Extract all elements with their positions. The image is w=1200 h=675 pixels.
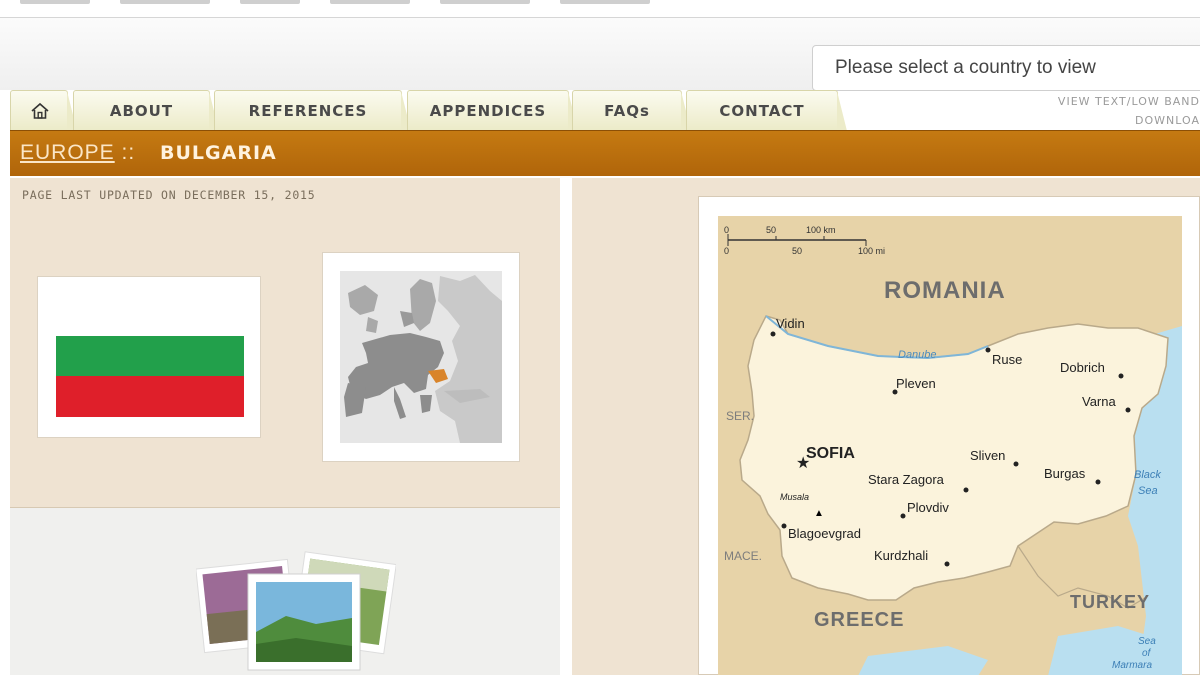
label-serbia: SER. xyxy=(726,409,754,423)
flag-card[interactable] xyxy=(37,276,261,438)
tab-references[interactable]: REFERENCES xyxy=(214,90,411,131)
map-panel: 0 50 100 km 0 50 100 mi ROMANIA SER. MAC… xyxy=(572,178,1200,675)
breadcrumb-region: EUROPE :: xyxy=(20,141,135,165)
country-select[interactable]: Please select a country to view xyxy=(812,45,1200,91)
scale-mi-50: 50 xyxy=(792,246,802,256)
city-vidin: Vidin xyxy=(776,316,805,331)
label-danube: Danube xyxy=(898,349,937,361)
last-updated-text: PAGE LAST UPDATED ON DECEMBER 15, 2015 xyxy=(22,188,316,202)
label-marmara-2: of xyxy=(1142,648,1152,659)
label-marmara-1: Sea xyxy=(1138,636,1156,647)
photo-gallery-panel xyxy=(10,508,560,675)
city-sliven: Sliven xyxy=(970,448,1005,463)
breadcrumb: EUROPE :: BULGARIA xyxy=(10,130,1200,176)
tab-contact[interactable]: CONTACT xyxy=(686,90,847,131)
tab-home[interactable] xyxy=(10,90,77,131)
city-blagoevgrad: Blagoevgrad xyxy=(788,526,861,541)
europe-locator-map xyxy=(340,271,502,443)
top-strip xyxy=(0,0,1200,18)
label-black-sea-2: Sea xyxy=(1138,485,1158,497)
city-kurdzhali: Kurdzhali xyxy=(874,548,928,563)
country-overview-panel: PAGE LAST UPDATED ON DECEMBER 15, 2015 xyxy=(10,178,560,508)
label-greece: GREECE xyxy=(814,609,904,631)
cropped-text-fragment xyxy=(120,0,210,4)
photo-gallery-thumbnail[interactable] xyxy=(196,546,396,674)
label-turkey: TURKEY xyxy=(1070,592,1150,612)
tab-faqs[interactable]: FAQs xyxy=(572,90,691,131)
scale-mi-100: 100 mi xyxy=(858,246,885,256)
cropped-text-fragment xyxy=(330,0,410,4)
city-ruse: Ruse xyxy=(992,352,1022,367)
cropped-text-fragment xyxy=(440,0,530,4)
tab-appendices[interactable]: APPENDICES xyxy=(407,90,578,131)
scale-km-0: 0 xyxy=(724,225,729,235)
tab-about[interactable]: ABOUT xyxy=(73,90,219,131)
peak-triangle-icon: ▲ xyxy=(814,508,824,519)
scale-mi-0: 0 xyxy=(724,246,729,256)
locator-map-card[interactable] xyxy=(322,252,520,462)
label-romania: ROMANIA xyxy=(884,277,1006,304)
cropped-text-fragment xyxy=(20,0,90,4)
cropped-text-fragment xyxy=(560,0,650,4)
label-musala: Musala xyxy=(780,492,809,502)
europe-link[interactable]: EUROPE xyxy=(20,141,115,164)
city-dobrich: Dobrich xyxy=(1060,360,1105,375)
bulgaria-map: 0 50 100 km 0 50 100 mi ROMANIA SER. MAC… xyxy=(718,216,1182,675)
scale-km-50: 50 xyxy=(766,225,776,235)
city-plovdiv: Plovdiv xyxy=(907,500,949,515)
city-stara-zagora: Stara Zagora xyxy=(868,472,945,487)
column-divider xyxy=(562,178,572,675)
label-black-sea-1: Black xyxy=(1134,469,1161,481)
scale-km-100: 100 km xyxy=(806,225,836,235)
view-text-line-2: DOWNLOA xyxy=(1135,114,1200,127)
cropped-text-fragment xyxy=(240,0,300,4)
city-pleven: Pleven xyxy=(896,376,936,391)
city-varna: Varna xyxy=(1082,394,1116,409)
country-map-card[interactable]: 0 50 100 km 0 50 100 mi ROMANIA SER. MAC… xyxy=(698,196,1200,675)
label-macedonia: MACE. xyxy=(724,549,762,563)
label-marmara-3: Marmara xyxy=(1112,660,1152,671)
city-burgas: Burgas xyxy=(1044,466,1086,481)
bulgaria-flag xyxy=(56,295,244,418)
home-icon xyxy=(31,102,49,119)
page-title: BULGARIA xyxy=(160,142,277,164)
label-sofia: SOFIA xyxy=(806,445,855,462)
view-text-link[interactable]: VIEW TEXT/LOW BAND DOWNLOA xyxy=(1000,92,1200,130)
breadcrumb-separator: :: xyxy=(121,141,136,164)
view-text-line-1: VIEW TEXT/LOW BAND xyxy=(1057,95,1200,108)
header-band: Please select a country to view xyxy=(0,18,1200,91)
